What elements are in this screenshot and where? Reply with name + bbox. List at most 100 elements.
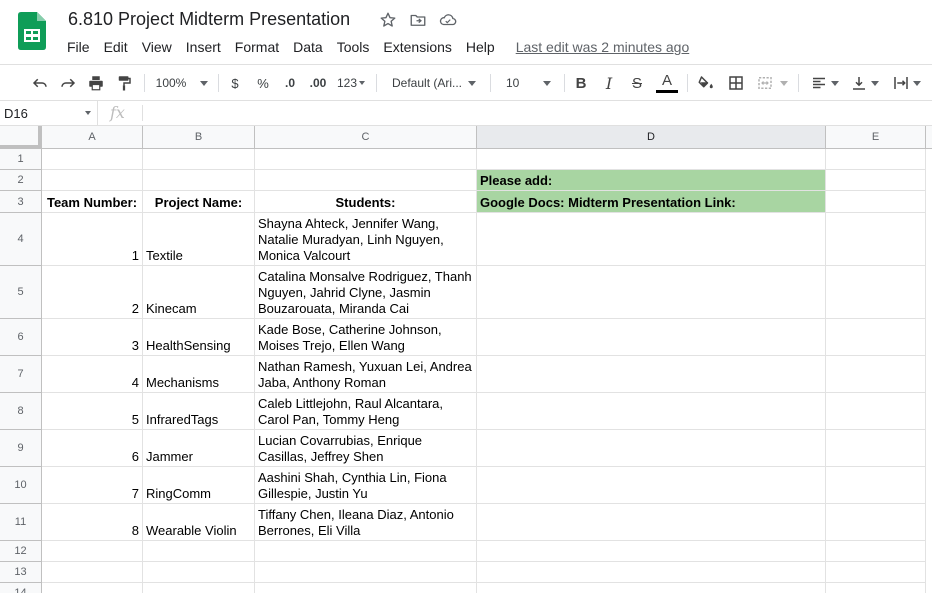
cell-d7[interactable] — [477, 356, 826, 393]
cell-b10[interactable]: RingComm — [143, 467, 255, 504]
cell-b14[interactable] — [143, 583, 255, 593]
cell-a8[interactable]: 5 — [42, 393, 143, 430]
cell-b3[interactable]: Project Name: — [143, 191, 255, 213]
strikethrough-button[interactable]: S — [627, 65, 647, 101]
cell-a10[interactable]: 7 — [42, 467, 143, 504]
cell-e3[interactable] — [826, 191, 926, 213]
text-color-button[interactable]: A — [655, 65, 679, 101]
column-header-e[interactable]: E — [826, 126, 926, 149]
cell-b6[interactable]: HealthSensing — [143, 319, 255, 356]
cell-c5[interactable]: Catalina Monsalve Rodriguez, Thanh Nguye… — [255, 266, 477, 319]
cell-b5[interactable]: Kinecam — [143, 266, 255, 319]
cell-c9[interactable]: Lucian Covarrubias, Enrique Casillas, Je… — [255, 430, 477, 467]
cloud-saved-icon[interactable] — [438, 10, 458, 30]
cell-e10[interactable] — [826, 467, 926, 504]
cell-c8[interactable]: Caleb Littlejohn, Raul Alcantara, Carol … — [255, 393, 477, 430]
column-header-d[interactable]: D — [477, 126, 826, 149]
menu-insert[interactable]: Insert — [179, 39, 228, 55]
menu-extensions[interactable]: Extensions — [376, 39, 458, 55]
cell-c1[interactable] — [255, 149, 477, 170]
menu-data[interactable]: Data — [286, 39, 330, 55]
paint-format-icon[interactable] — [112, 65, 136, 101]
menu-view[interactable]: View — [135, 39, 179, 55]
cell-c12[interactable] — [255, 541, 477, 562]
fill-color-icon[interactable] — [694, 65, 718, 101]
cell-b9[interactable]: Jammer — [143, 430, 255, 467]
cell-c13[interactable] — [255, 562, 477, 583]
more-formats-button[interactable]: 123 — [334, 65, 368, 101]
column-header-a[interactable]: A — [42, 126, 143, 149]
formula-input[interactable] — [150, 101, 930, 125]
cell-a12[interactable] — [42, 541, 143, 562]
cell-a6[interactable]: 3 — [42, 319, 143, 356]
cell-c6[interactable]: Kade Bose, Catherine Johnson, Moises Tre… — [255, 319, 477, 356]
menu-edit[interactable]: Edit — [97, 39, 135, 55]
cell-a9[interactable]: 6 — [42, 430, 143, 467]
move-folder-icon[interactable] — [408, 10, 428, 30]
cell-b7[interactable]: Mechanisms — [143, 356, 255, 393]
cell-e7[interactable] — [826, 356, 926, 393]
row-header-12[interactable]: 12 — [0, 541, 42, 562]
cell-d11[interactable] — [477, 504, 826, 541]
cell-d9[interactable] — [477, 430, 826, 467]
menu-format[interactable]: Format — [228, 39, 286, 55]
cell-a13[interactable] — [42, 562, 143, 583]
menu-file[interactable]: File — [60, 39, 97, 55]
cell-c10[interactable]: Aashini Shah, Cynthia Lin, Fiona Gillesp… — [255, 467, 477, 504]
cell-a5[interactable]: 2 — [42, 266, 143, 319]
zoom-select[interactable]: 100% — [152, 65, 212, 101]
cell-c4[interactable]: Shayna Ahteck, Jennifer Wang, Natalie Mu… — [255, 213, 477, 266]
currency-format-button[interactable]: $ — [224, 65, 246, 101]
row-header-11[interactable]: 11 — [0, 504, 42, 541]
cell-a11[interactable]: 8 — [42, 504, 143, 541]
cell-b13[interactable] — [143, 562, 255, 583]
cell-e5[interactable] — [826, 266, 926, 319]
undo-icon[interactable] — [28, 65, 52, 101]
name-box[interactable]: D16 — [0, 101, 98, 125]
row-header-13[interactable]: 13 — [0, 562, 42, 583]
cell-e8[interactable] — [826, 393, 926, 430]
cell-c11[interactable]: Tiffany Chen, Ileana Diaz, Antonio Berro… — [255, 504, 477, 541]
cell-d12[interactable] — [477, 541, 826, 562]
cell-a1[interactable] — [42, 149, 143, 170]
cell-d10[interactable] — [477, 467, 826, 504]
menu-help[interactable]: Help — [459, 39, 502, 55]
cell-d6[interactable] — [477, 319, 826, 356]
cell-d13[interactable] — [477, 562, 826, 583]
borders-icon[interactable] — [724, 65, 748, 101]
cell-d8[interactable] — [477, 393, 826, 430]
cell-d14[interactable] — [477, 583, 826, 593]
cell-d3[interactable]: Google Docs: Midterm Presentation Link: — [477, 191, 826, 213]
row-header-4[interactable]: 4 — [0, 213, 42, 266]
text-wrapping-icon[interactable] — [886, 65, 926, 101]
row-header-10[interactable]: 10 — [0, 467, 42, 504]
row-header-2[interactable]: 2 — [0, 170, 42, 191]
cell-d2[interactable]: Please add: — [477, 170, 826, 191]
cell-e6[interactable] — [826, 319, 926, 356]
row-header-14[interactable]: 14 — [0, 583, 42, 593]
redo-icon[interactable] — [56, 65, 80, 101]
print-icon[interactable] — [84, 65, 108, 101]
cell-b11[interactable]: Wearable Violin — [143, 504, 255, 541]
row-header-3[interactable]: 3 — [0, 191, 42, 213]
cell-e2[interactable] — [826, 170, 926, 191]
cell-c2[interactable] — [255, 170, 477, 191]
cell-c14[interactable] — [255, 583, 477, 593]
menu-tools[interactable]: Tools — [330, 39, 377, 55]
cell-b4[interactable]: Textile — [143, 213, 255, 266]
row-header-6[interactable]: 6 — [0, 319, 42, 356]
cell-a4[interactable]: 1 — [42, 213, 143, 266]
cell-a14[interactable] — [42, 583, 143, 593]
row-header-7[interactable]: 7 — [0, 356, 42, 393]
cell-b8[interactable]: InfraredTags — [143, 393, 255, 430]
cell-d1[interactable] — [477, 149, 826, 170]
select-all-corner[interactable] — [0, 126, 42, 149]
horizontal-align-icon[interactable] — [806, 65, 842, 101]
cell-e12[interactable] — [826, 541, 926, 562]
document-title[interactable]: 6.810 Project Midterm Presentation — [68, 9, 350, 30]
bold-button[interactable]: B — [571, 65, 591, 101]
cell-b1[interactable] — [143, 149, 255, 170]
cell-c7[interactable]: Nathan Ramesh, Yuxuan Lei, Andrea Jaba, … — [255, 356, 477, 393]
column-header-b[interactable]: B — [143, 126, 255, 149]
cell-d4[interactable] — [477, 213, 826, 266]
